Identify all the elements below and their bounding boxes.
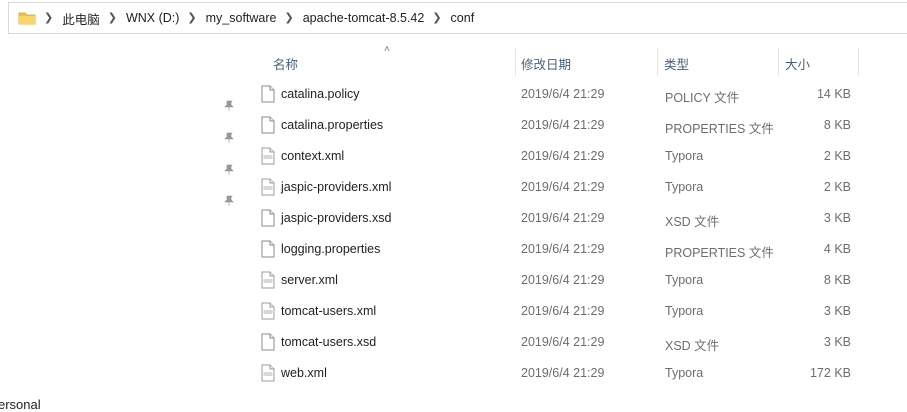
column-header-row: ˄ 名称 修改日期 类型 大小	[242, 44, 859, 76]
column-header-size[interactable]: 大小	[785, 54, 810, 73]
file-row[interactable]: catalina.policy 2019/6/4 21:29 POLICY 文件 14…	[255, 79, 855, 110]
breadcrumb-item-conf[interactable]: conf	[451, 11, 475, 25]
file-modified-date: 2019/6/4 21:29	[521, 211, 605, 225]
nav-item-personal[interactable]: ersonal	[0, 397, 41, 412]
breadcrumb-item-this-pc[interactable]: 此电脑	[62, 9, 100, 28]
file-type: Typora	[665, 149, 704, 163]
file-name: context.xml	[281, 149, 345, 163]
file-name: jaspic-providers.xml	[281, 180, 392, 194]
column-header-type[interactable]: 类型	[664, 54, 689, 73]
file-row[interactable]: tomcat-users.xsd 2019/6/4 21:29 XSD 文件 3 KB	[255, 327, 855, 358]
file-size: 2 KB	[823, 149, 851, 163]
file-row[interactable]: web.xml 2019/6/4 21:29 Typora 172 KB	[255, 358, 855, 389]
typora-file-icon	[261, 178, 275, 196]
file-modified-date: 2019/6/4 21:29	[521, 304, 605, 318]
chevron-right-icon[interactable]: ❯	[108, 11, 117, 24]
address-bar[interactable]: ❯ 此电脑 ❯ WNX (D:) ❯ my_software ❯ apache-…	[8, 2, 907, 34]
generic-file-icon	[261, 209, 275, 227]
file-name: tomcat-users.xsd	[281, 335, 377, 349]
file-name: catalina.policy	[281, 87, 360, 101]
file-type: PROPERTIES 文件	[665, 122, 774, 136]
file-size: 8 KB	[823, 118, 851, 132]
file-row[interactable]: logging.properties 2019/6/4 21:29 PROPERTI…	[255, 234, 855, 265]
file-size: 8 KB	[823, 273, 851, 287]
file-modified-date: 2019/6/4 21:29	[521, 87, 605, 101]
file-row[interactable]: jaspic-providers.xml 2019/6/4 21:29 Typora…	[255, 172, 855, 203]
pin-icon[interactable]	[222, 131, 236, 145]
column-divider[interactable]	[515, 48, 516, 76]
file-size: 2 KB	[823, 180, 851, 194]
file-modified-date: 2019/6/4 21:29	[521, 118, 605, 132]
generic-file-icon	[261, 333, 275, 351]
file-type: Typora	[665, 273, 704, 287]
file-modified-date: 2019/6/4 21:29	[521, 149, 605, 163]
typora-file-icon	[261, 147, 275, 165]
file-size: 14 KB	[816, 87, 851, 101]
file-type: Typora	[665, 366, 704, 380]
folder-icon	[18, 10, 36, 26]
generic-file-icon	[261, 85, 275, 103]
chevron-right-icon[interactable]: ❯	[187, 11, 196, 24]
file-row[interactable]: jaspic-providers.xsd 2019/6/4 21:29 XSD 文件…	[255, 203, 855, 234]
generic-file-icon	[261, 240, 275, 258]
pin-icon[interactable]	[222, 99, 236, 113]
file-size: 3 KB	[823, 211, 851, 225]
file-row[interactable]: server.xml 2019/6/4 21:29 Typora 8 KB	[255, 265, 855, 296]
file-name: catalina.properties	[281, 118, 384, 132]
sort-ascending-icon: ˄	[384, 44, 390, 55]
file-name: server.xml	[281, 273, 338, 287]
typora-file-icon	[261, 302, 275, 320]
typora-file-icon	[261, 271, 275, 289]
file-name: jaspic-providers.xsd	[281, 211, 392, 225]
breadcrumb-item-my-software[interactable]: my_software	[206, 11, 277, 25]
file-row[interactable]: context.xml 2019/6/4 21:29 Typora 2 KB	[255, 141, 855, 172]
file-type: POLICY 文件	[665, 91, 740, 105]
file-type: Typora	[665, 304, 704, 318]
navigation-pane: ersonal	[0, 36, 242, 412]
file-type: XSD 文件	[665, 339, 720, 353]
file-name: web.xml	[281, 366, 327, 380]
pin-icon[interactable]	[222, 163, 236, 177]
file-name: tomcat-users.xml	[281, 304, 377, 318]
file-size: 3 KB	[823, 335, 851, 349]
file-modified-date: 2019/6/4 21:29	[521, 180, 605, 194]
file-modified-date: 2019/6/4 21:29	[521, 273, 605, 287]
file-modified-date: 2019/6/4 21:29	[521, 335, 605, 349]
file-modified-date: 2019/6/4 21:29	[521, 242, 605, 256]
file-size: 4 KB	[823, 242, 851, 256]
chevron-right-icon[interactable]: ❯	[285, 11, 294, 24]
file-row[interactable]: tomcat-users.xml 2019/6/4 21:29 Typora 3 KB	[255, 296, 855, 327]
file-type: XSD 文件	[665, 215, 720, 229]
typora-file-icon	[261, 364, 275, 382]
column-header-name[interactable]: 名称	[273, 54, 298, 73]
file-name: logging.properties	[281, 242, 381, 256]
column-divider[interactable]	[657, 48, 658, 76]
file-type: PROPERTIES 文件	[665, 246, 774, 260]
breadcrumb-item-tomcat[interactable]: apache-tomcat-8.5.42	[303, 11, 425, 25]
file-type: Typora	[665, 180, 704, 194]
file-row[interactable]: catalina.properties 2019/6/4 21:29 PROPERT…	[255, 110, 855, 141]
file-size: 172 KB	[809, 366, 851, 380]
pin-icon[interactable]	[222, 194, 236, 208]
file-modified-date: 2019/6/4 21:29	[521, 366, 605, 380]
column-header-date[interactable]: 修改日期	[521, 54, 571, 73]
generic-file-icon	[261, 116, 275, 134]
chevron-right-icon[interactable]: ❯	[44, 11, 53, 24]
file-size: 3 KB	[823, 304, 851, 318]
breadcrumb-item-drive[interactable]: WNX (D:)	[126, 11, 179, 25]
column-divider[interactable]	[858, 48, 859, 76]
chevron-right-icon[interactable]: ❯	[432, 11, 441, 24]
column-divider[interactable]	[778, 48, 779, 76]
